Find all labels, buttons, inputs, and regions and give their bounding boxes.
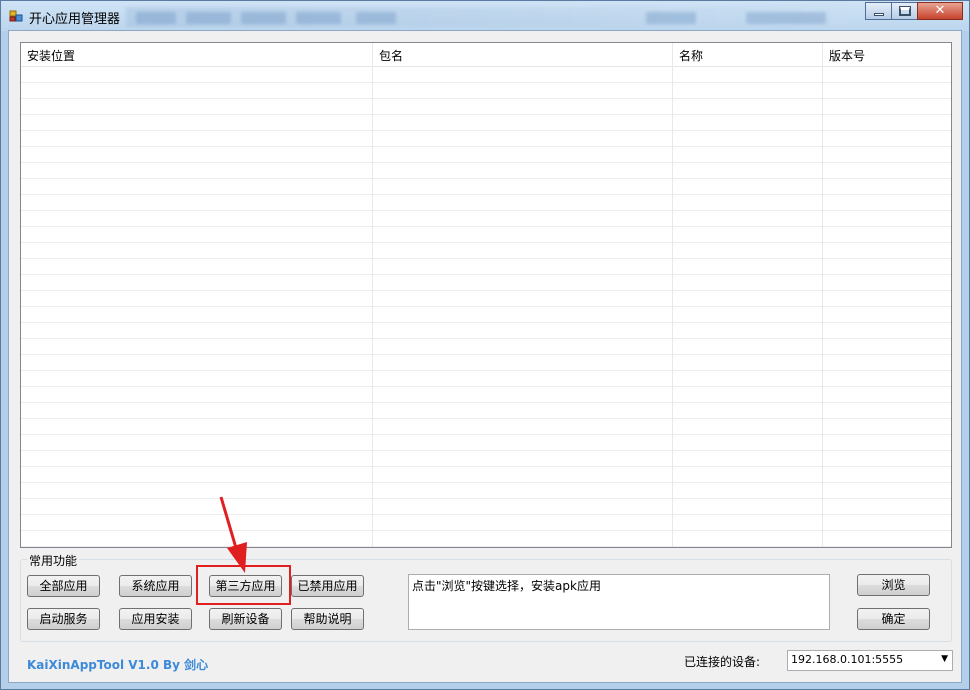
app-icon bbox=[9, 10, 23, 22]
app-list[interactable]: 安装位置 包名 名称 版本号 bbox=[20, 42, 952, 548]
list-header: 安装位置 包名 名称 版本号 bbox=[21, 43, 951, 67]
window-title: 开心应用管理器 bbox=[29, 12, 121, 27]
browse-button[interactable]: 浏览 bbox=[857, 574, 930, 596]
system-apps-button[interactable]: 系统应用 bbox=[119, 575, 192, 597]
list-rows[interactable] bbox=[21, 67, 951, 547]
help-button[interactable]: 帮助说明 bbox=[291, 608, 364, 630]
column-header-package-name[interactable]: 包名 bbox=[373, 43, 673, 66]
brand-label: KaiXinAppTool V1.0 By 剑心 bbox=[27, 658, 209, 672]
column-header-name[interactable]: 名称 bbox=[673, 43, 823, 66]
apk-path-textbox[interactable]: 点击"浏览"按键选择，安装apk应用 bbox=[408, 574, 830, 630]
blurred-background bbox=[126, 7, 846, 27]
minimize-icon bbox=[874, 13, 884, 16]
install-app-button[interactable]: 应用安装 bbox=[119, 608, 192, 630]
all-apps-button[interactable]: 全部应用 bbox=[27, 575, 100, 597]
refresh-device-button[interactable]: 刷新设备 bbox=[209, 608, 282, 630]
column-divider bbox=[822, 43, 823, 547]
group-label: 常用功能 bbox=[27, 552, 80, 569]
title-bar[interactable]: 开心应用管理器 ✕ bbox=[1, 1, 969, 31]
minimize-button[interactable] bbox=[865, 2, 892, 20]
disabled-apps-button[interactable]: 已禁用应用 bbox=[291, 575, 364, 597]
column-header-install-location[interactable]: 安装位置 bbox=[21, 43, 373, 66]
dropdown-arrow-icon[interactable]: ▼ bbox=[941, 654, 948, 664]
maximize-icon bbox=[899, 6, 911, 16]
close-icon: ✕ bbox=[934, 3, 946, 18]
highlight-box bbox=[196, 565, 291, 605]
maximize-button[interactable] bbox=[891, 2, 918, 20]
close-button[interactable]: ✕ bbox=[917, 2, 963, 20]
start-service-button[interactable]: 启动服务 bbox=[27, 608, 100, 630]
device-select[interactable]: 192.168.0.101:5555 ▼ bbox=[787, 650, 953, 671]
confirm-button[interactable]: 确定 bbox=[857, 608, 930, 630]
window-controls: ✕ bbox=[865, 2, 963, 20]
column-header-version[interactable]: 版本号 bbox=[823, 43, 951, 66]
connected-device-label: 已连接的设备: bbox=[684, 655, 761, 669]
column-divider bbox=[372, 43, 373, 547]
device-select-value: 192.168.0.101:5555 bbox=[791, 653, 904, 666]
column-divider bbox=[672, 43, 673, 547]
